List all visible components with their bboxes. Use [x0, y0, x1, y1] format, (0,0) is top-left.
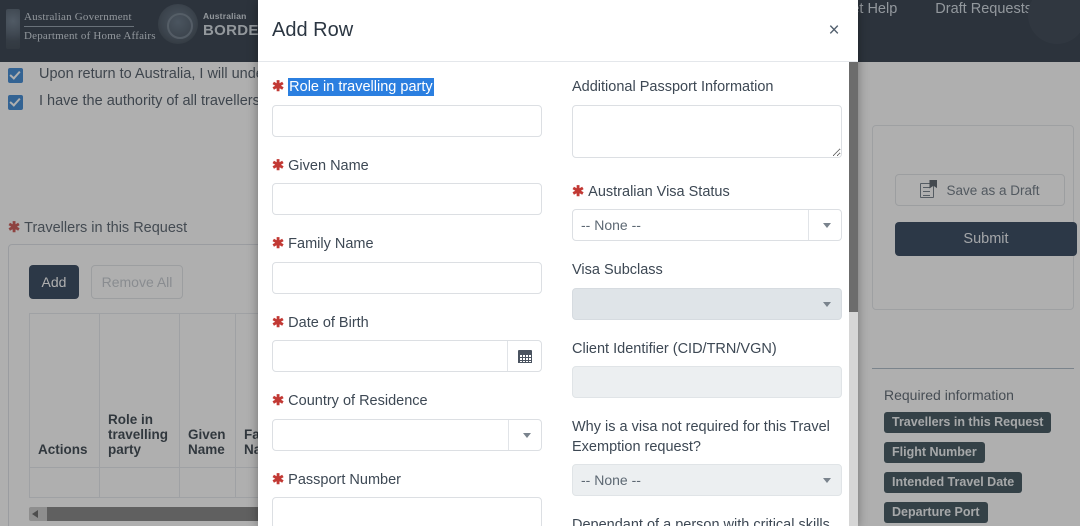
- field-visa-subclass: Visa Subclass: [572, 261, 842, 320]
- field-label: Additional Passport Information: [572, 78, 842, 98]
- field-visa-not-required-reason: Why is a visa not required for this Trav…: [572, 418, 842, 497]
- required-asterisk-icon: ✱: [272, 471, 285, 488]
- field-label-text: Additional Passport Information: [572, 79, 774, 95]
- field-label-text: Visa Subclass: [572, 262, 663, 279]
- visa-subclass-select[interactable]: [572, 287, 842, 320]
- dialog-header: Add Row ×: [258, 0, 858, 62]
- field-dependant-critical-skills: Dependant of a person with critical skil…: [572, 516, 842, 526]
- given-name-input[interactable]: [272, 183, 542, 216]
- required-asterisk-icon: ✱: [572, 183, 585, 200]
- required-asterisk-icon: ✱: [272, 157, 285, 174]
- add-row-dialog: Add Row × ✱ Role in travelling party ✱ Giv…: [258, 0, 858, 526]
- dialog-body: ✱ Role in travelling party ✱ Given Name ✱ F…: [258, 62, 858, 526]
- calendar-icon[interactable]: [507, 341, 541, 372]
- dialog-left-column: ✱ Role in travelling party ✱ Given Name ✱ F…: [272, 78, 542, 526]
- role-in-travelling-party-input[interactable]: [272, 104, 542, 137]
- field-label: ✱ Family Name: [272, 235, 542, 255]
- field-passport-number: ✱ Passport Number: [272, 471, 542, 526]
- required-asterisk-icon: ✱: [272, 236, 285, 253]
- calendar-glyph: [517, 349, 532, 363]
- field-label-text: Date of Birth: [288, 314, 369, 331]
- field-role-in-travelling-party: ✱ Role in travelling party: [272, 78, 542, 137]
- field-label-text: Why is a visa not required for this Trav…: [572, 419, 830, 455]
- calendar-grid: [517, 353, 532, 363]
- field-country-of-residence: ✱ Country of Residence: [272, 392, 542, 451]
- date-of-birth-input[interactable]: [272, 340, 542, 373]
- field-label: ✱ Date of Birth: [272, 314, 542, 334]
- field-additional-passport-information: Additional Passport Information: [572, 78, 842, 163]
- client-identifier-input[interactable]: [572, 366, 842, 399]
- field-label-text: Client Identifier (CID/TRN/VGN): [572, 340, 777, 357]
- field-label: ✱ Passport Number: [272, 471, 542, 491]
- select-divider: [508, 419, 509, 450]
- field-label: Visa Subclass: [572, 261, 842, 281]
- select-divider: [808, 210, 809, 241]
- field-given-name: ✱ Given Name: [272, 157, 542, 216]
- country-of-residence-select[interactable]: [272, 418, 542, 451]
- field-label-text: Family Name: [288, 236, 374, 253]
- field-label: Client Identifier (CID/TRN/VGN): [572, 340, 842, 360]
- dialog-right-column: Additional Passport Information ✱ Austral…: [572, 78, 842, 526]
- field-family-name: ✱ Family Name: [272, 235, 542, 294]
- dialog-title: Add Row: [272, 19, 354, 41]
- passport-number-input[interactable]: [272, 497, 542, 526]
- additional-passport-information-textarea[interactable]: [572, 104, 842, 158]
- scrollbar-thumb[interactable]: [849, 62, 858, 312]
- field-label-text: Australian Visa Status: [588, 183, 730, 200]
- required-asterisk-icon: ✱: [272, 314, 285, 331]
- visa-not-required-reason-select[interactable]: [572, 464, 842, 497]
- field-label-text: Role in travelling party: [288, 78, 434, 96]
- dialog-vertical-scrollbar[interactable]: [849, 62, 858, 526]
- australian-visa-status-select[interactable]: [572, 209, 842, 242]
- required-asterisk-icon: ✱: [272, 79, 285, 95]
- required-asterisk-icon: ✱: [272, 393, 285, 410]
- field-label: ✱ Given Name: [272, 157, 542, 177]
- close-icon[interactable]: ×: [824, 21, 844, 41]
- field-label: ✱ Australian Visa Status: [572, 183, 842, 203]
- family-name-input[interactable]: [272, 261, 542, 294]
- screen: Australian Government Department of Home…: [0, 0, 1080, 526]
- field-label-text: Dependant of a person with critical skil…: [572, 517, 830, 526]
- field-australian-visa-status: ✱ Australian Visa Status: [572, 183, 842, 242]
- field-label-text: Country of Residence: [288, 393, 428, 410]
- field-date-of-birth: ✱ Date of Birth: [272, 314, 542, 373]
- field-label: Dependant of a person with critical skil…: [572, 516, 842, 526]
- field-label-text: Passport Number: [288, 471, 401, 488]
- field-label: Why is a visa not required for this Trav…: [572, 418, 842, 457]
- field-label-text: Given Name: [288, 157, 369, 174]
- field-client-identifier: Client Identifier (CID/TRN/VGN): [572, 340, 842, 399]
- field-label: ✱ Country of Residence: [272, 392, 542, 412]
- field-label: ✱ Role in travelling party: [272, 78, 542, 98]
